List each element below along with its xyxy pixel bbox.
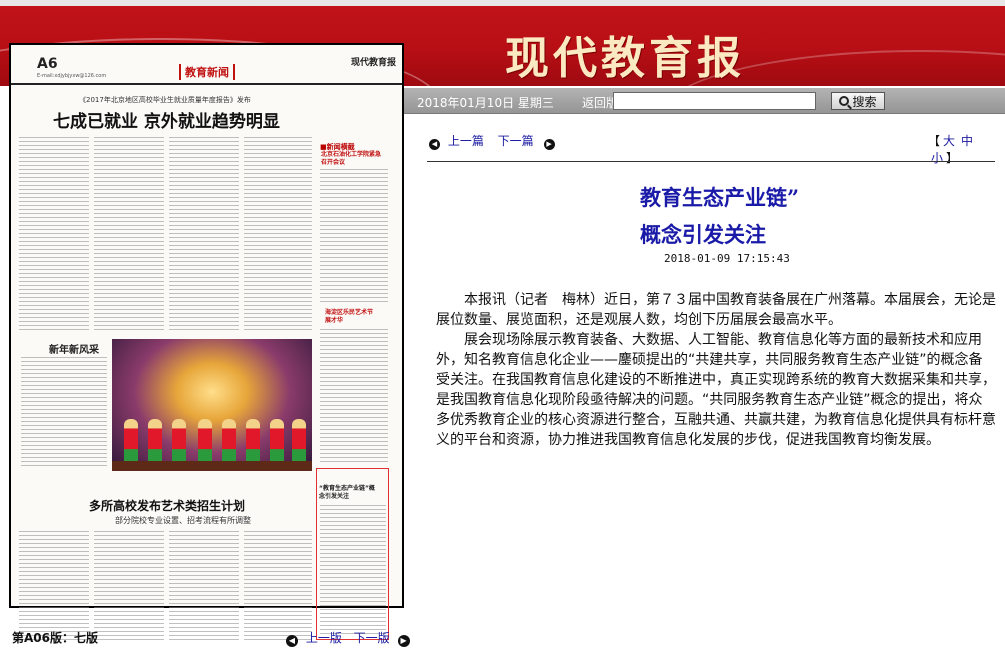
dancer-figure xyxy=(198,419,212,465)
dancer-figure xyxy=(124,419,138,465)
dancer-figure xyxy=(148,419,162,465)
highlight-article-title[interactable]: “教育生态产业链”概念引发关注 xyxy=(319,485,379,501)
next-article-link[interactable]: 下一篇 xyxy=(498,134,534,148)
font-large-link[interactable]: 大 xyxy=(943,134,955,148)
edition-label: 第A06版：七版 xyxy=(12,631,98,645)
prev-page-link[interactable]: 上一版 xyxy=(306,631,342,645)
font-small-link[interactable]: 小 xyxy=(931,151,943,165)
article-column[interactable] xyxy=(19,137,89,333)
highlight-article-text[interactable] xyxy=(320,505,386,635)
feature-label: 新年新风采 xyxy=(49,345,99,356)
dancer-figure xyxy=(270,419,284,465)
stage-floor xyxy=(112,461,312,471)
arrow-right-icon[interactable]: ▶ xyxy=(543,139,555,150)
dancer-figure xyxy=(172,419,186,465)
article-column[interactable] xyxy=(169,531,239,643)
report-subtitle[interactable]: 《2017年北京地区高校毕业生就业质量年度报告》发布 xyxy=(79,95,251,105)
prev-article-link[interactable]: 上一篇 xyxy=(448,134,484,148)
font-medium-link[interactable]: 中 xyxy=(961,134,973,148)
dancer-figure xyxy=(222,419,236,465)
newspaper-logo: 现代教育报 xyxy=(350,58,396,68)
article-paragraph: 展会现场除展示教育装备、大数据、人工智能、教育信息化等方面的最新技术和应用外，知… xyxy=(436,332,996,448)
arrow-left-icon[interactable]: ◀ xyxy=(286,635,298,647)
article-column[interactable] xyxy=(244,531,312,643)
article-title-line2: 概念引发关注 xyxy=(640,222,766,247)
search-input[interactable] xyxy=(613,92,816,110)
article-navigation: ◀ 上一篇 下一篇 ▶ xyxy=(429,132,555,150)
bracket-open: 【 xyxy=(928,134,941,148)
article-paragraph: 本报讯（记者 梅林）近日，第７３届中国教育装备展在广州落幕。本届展会，无论是展位… xyxy=(436,292,996,328)
newspaper-page-image[interactable]: A6 E-mail:xdjybjyxw@126.com 教育新闻 现代教育报 《… xyxy=(9,43,404,643)
headline-art-admission[interactable]: 多所高校发布艺术类招生计划 xyxy=(89,497,245,514)
article-column[interactable] xyxy=(244,137,312,333)
article-title-line1: 教育生态产业链” xyxy=(640,185,800,210)
subtitle-art-admission[interactable]: 部分院校专业设置、招考流程有所调整 xyxy=(115,515,251,526)
arrow-left-icon[interactable]: ◀ xyxy=(429,139,440,150)
sidebar-column[interactable] xyxy=(320,329,388,463)
sidebar-article-title[interactable]: 北京石油化工学院紧急召开会议 xyxy=(321,151,381,167)
stage-photo[interactable] xyxy=(112,339,312,471)
article-column[interactable] xyxy=(94,137,164,333)
sidebar-column[interactable] xyxy=(320,169,388,303)
banner-top-strip xyxy=(0,0,1005,6)
page-navigation: ◀ 上一版 下一版 ▶ xyxy=(286,629,410,647)
dancer-figure xyxy=(292,419,306,465)
article-body: 本报讯（记者 梅林）近日，第７３届中国教育装备展在广州落幕。本届展会，无论是展位… xyxy=(436,290,996,450)
search-button-label: 搜索 xyxy=(852,94,877,109)
page-number: A6 xyxy=(37,56,58,72)
page-header: A6 E-mail:xdjybjyxw@126.com 教育新闻 现代教育报 xyxy=(11,45,402,85)
issue-date: 2018年01月10日 星期三 xyxy=(417,96,554,110)
article-column[interactable] xyxy=(94,531,164,643)
feature-caption[interactable] xyxy=(21,357,107,469)
search-icon xyxy=(839,96,850,106)
article-column[interactable] xyxy=(169,137,239,333)
search-button[interactable]: 搜索 xyxy=(831,92,885,110)
next-page-link[interactable]: 下一版 xyxy=(354,631,390,645)
dancer-figure xyxy=(246,419,260,465)
article-column[interactable] xyxy=(19,531,89,643)
section-label: 教育新闻 xyxy=(179,64,235,80)
toolbar: 2018年01月10日 星期三 返回版首 搜索 xyxy=(404,88,1005,114)
bracket-close: 】 xyxy=(946,151,959,165)
sidebar-article-title[interactable]: 海淀区乐民艺术节展才华 xyxy=(325,309,375,325)
divider xyxy=(427,161,995,162)
arrow-right-icon[interactable]: ▶ xyxy=(397,635,410,647)
page-email: E-mail:xdjybjyxw@126.com xyxy=(37,73,107,79)
newspaper-title: 现代教育报 xyxy=(505,33,745,84)
main-headline[interactable]: 七成已就业 京外就业趋势明显 xyxy=(53,107,280,132)
article-timestamp: 2018-01-09 17:15:43 xyxy=(664,252,790,265)
